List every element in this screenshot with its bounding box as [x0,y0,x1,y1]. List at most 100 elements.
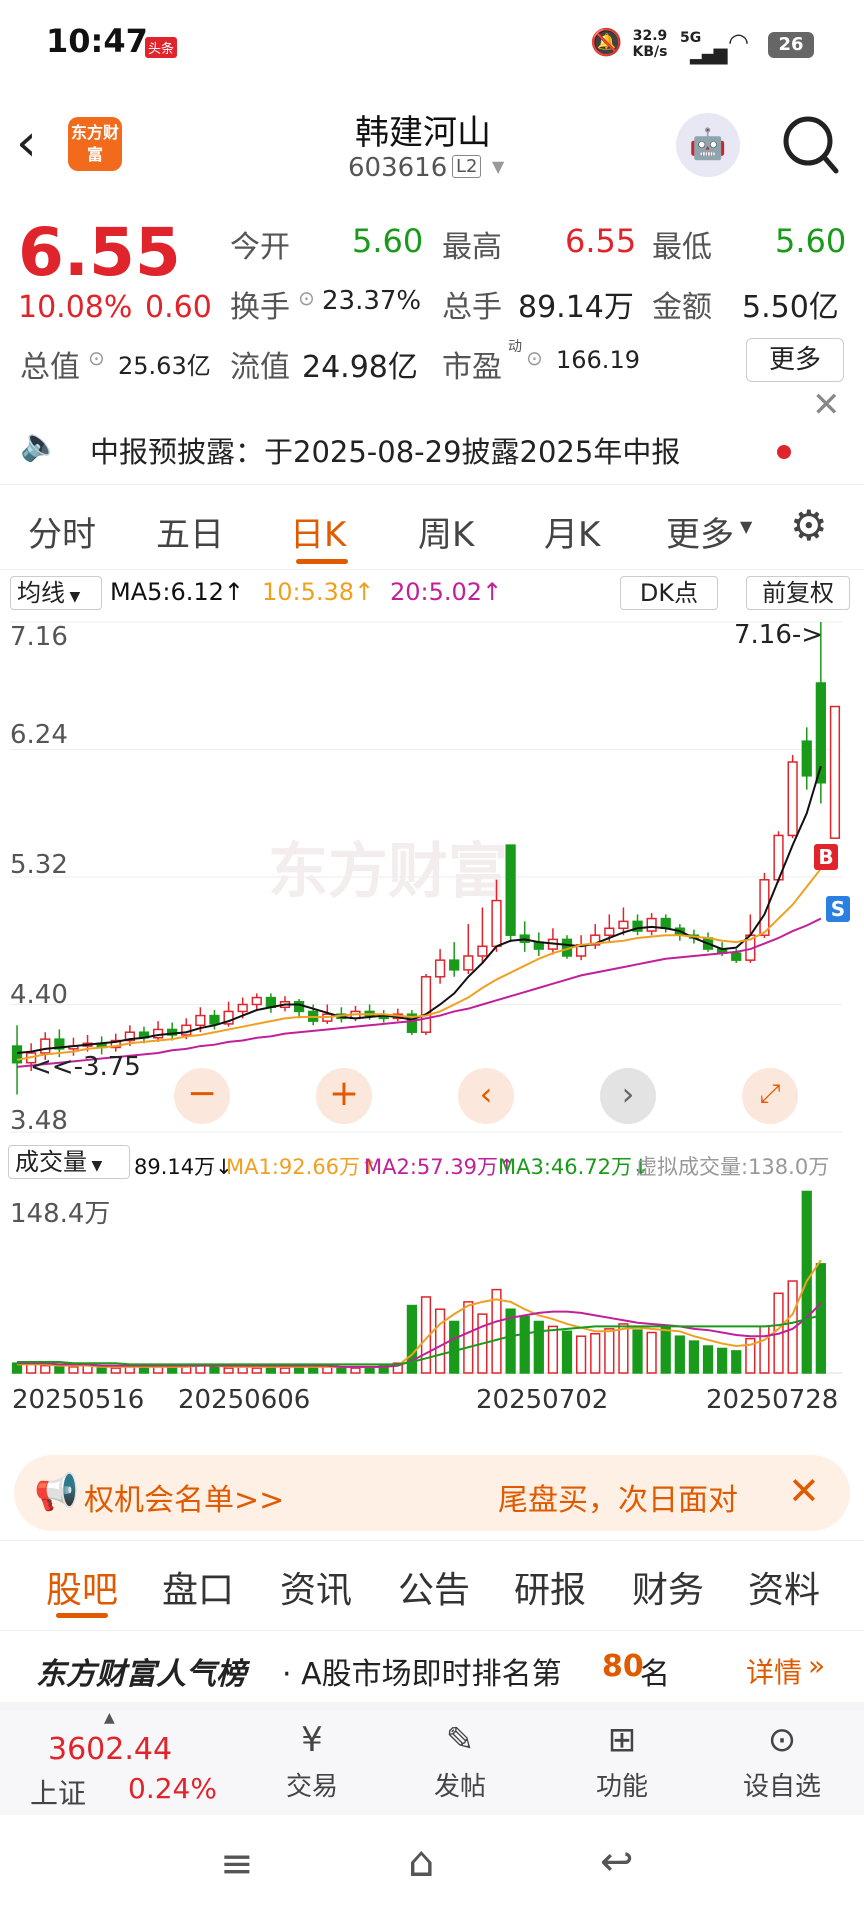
max-price-marker: 7.16-> [734,620,824,650]
double-chevron-icon[interactable]: » [808,1649,825,1682]
volume-value: 89.14万 [518,290,634,325]
candle [829,705,841,839]
candle [40,1038,51,1054]
ma-legend: 均线 ▼ MA5:6.12↑ 10:5.38↑ 20:5.02↑ DK点 前复权 [0,572,864,614]
index-value[interactable]: 3602.44 [48,1732,172,1767]
nav-trade[interactable]: ¥ 交易 [272,1720,352,1803]
close-icon[interactable]: ✕ [788,1469,820,1513]
nav-add-watchlist[interactable]: ⊙ 设自选 [732,1720,832,1803]
info-dots-icon[interactable]: ⊙ [88,346,105,370]
grid-icon: ⊞ [607,1720,637,1760]
popularity-rank[interactable]: 东方财富人气榜 · A股市场即时排名第 80 名 详情 » [0,1630,864,1710]
battery-icon: 26 [768,32,814,58]
more-button[interactable]: 更多 [746,338,844,382]
ma5-line [16,765,822,1055]
y-label: 5.32 [10,850,68,880]
mcap-value: 25.63亿 [118,352,211,380]
back-arrow-icon[interactable]: ‹ [16,113,37,173]
zoom-in-button[interactable]: + [316,1068,372,1124]
more-circle-icon: ⊙ [767,1720,797,1760]
index-name[interactable]: 上证 [30,1772,86,1812]
close-icon[interactable]: ✕ [812,385,841,425]
volume-bar [26,1363,37,1374]
volume-bar [646,1331,657,1374]
vol-value: 89.14万↓ [134,1155,233,1179]
tab-announcements[interactable]: 公告 [398,1561,470,1613]
candle [195,1014,206,1027]
tab-monthly-k[interactable]: 月K [544,507,600,556]
menu-icon[interactable]: ≡ [220,1841,254,1887]
volume-bar [731,1350,742,1374]
gear-icon[interactable]: ⚙ [790,501,828,550]
nav-post-label: 发帖 [433,1772,486,1802]
expand-icon[interactable]: ⤢ [742,1068,798,1124]
tab-profile[interactable]: 资料 [748,1561,820,1613]
tab-daily-k[interactable]: 日K [290,507,346,556]
volume-chart[interactable]: 148.4万 20250516 20250606 20250702 202507… [0,1183,864,1438]
date-label: 20250702 [476,1385,609,1415]
dk-point-button[interactable]: DK点 [620,576,718,610]
volume-bar [561,1330,573,1374]
sell-marker: S [826,896,850,922]
tab-five-day[interactable]: 五日 [156,507,224,556]
kline-chart[interactable]: 东方财富 7.16 6.24 5.32 4.40 3.48 7.16-> <<-… [0,612,864,1142]
robot-assistant-icon[interactable]: 🤖 [676,113,740,177]
dropdown-caret-icon[interactable]: ▼ [492,157,504,176]
ma-select[interactable]: 均线 ▼ [10,576,102,610]
volume-select[interactable]: 成交量 ▼ [8,1145,130,1179]
back-icon[interactable]: ↩ [600,1839,634,1885]
zoom-out-button[interactable]: − [174,1068,230,1124]
nav-post[interactable]: ✎ 发帖 [420,1720,500,1803]
scroll-left-button[interactable]: ‹ [458,1068,514,1124]
detail-link[interactable]: 详情 [746,1651,802,1691]
candle [463,955,474,971]
tab-more[interactable]: 更多 [666,507,734,556]
candle [477,945,488,957]
virtual-volume: 虚拟成交量:138.0万 [636,1155,830,1179]
caret-down-icon[interactable]: ▼ [740,517,752,536]
info-dots-icon[interactable]: ⊙ [298,286,315,310]
rank-brand: 东方财富人气榜 [36,1657,246,1692]
bottom-toolbar: ▲ 3602.44 上证 0.24% ¥ 交易 ✎ 发帖 ⊞ 功能 ⊙ 设自选 [0,1710,864,1815]
volume-bar [350,1367,361,1374]
amount-value: 5.50亿 [742,290,839,325]
candle [731,952,742,961]
volume-bar [702,1345,714,1374]
price-adjust-button[interactable]: 前复权 [746,576,850,610]
content-tabs: 股吧 盘口 资讯 公告 研报 财务 资料 [0,1540,864,1628]
info-dots-icon[interactable]: ⊙ [526,346,543,370]
tab-orderbook[interactable]: 盘口 [162,1561,234,1613]
volume-bar [547,1325,559,1374]
candle [505,844,516,936]
quote-panel: 6.55 10.08% 0.60 今开 5.60 最高 6.55 最低 5.60… [0,200,864,400]
search-icon[interactable] [780,113,840,177]
tab-news[interactable]: 资讯 [280,1561,352,1613]
nav-functions[interactable]: ⊞ 功能 [582,1720,662,1803]
high-value: 6.55 [565,222,637,260]
tab-finance[interactable]: 财务 [632,1561,704,1613]
scroll-right-button[interactable]: › [600,1068,656,1124]
promo-banner[interactable]: 📢 权机会名单>> 尾盘买，次日面对 ✕ [14,1455,850,1531]
volume-bar [533,1320,544,1374]
tab-intraday[interactable]: 分时 [28,507,96,556]
bell-muted-icon: 🔕 [590,28,623,58]
home-icon[interactable]: ⌂ [408,1837,435,1886]
nav-add-watchlist-label: 设自选 [742,1772,821,1802]
banner-right-text: 尾盘买，次日面对 [498,1483,738,1518]
volume-bar [604,1328,615,1374]
mcap-label: 总值 [20,350,80,385]
index-percent[interactable]: 0.24% [128,1772,217,1805]
tab-weekly-k[interactable]: 周K [418,507,474,556]
caret-up-icon: ▲ [104,1710,115,1726]
notice-bar[interactable]: 🔈 中报预披露：于2025-08-29披露2025年中报 ✕ [0,385,864,485]
tab-research[interactable]: 研报 [514,1561,586,1613]
megaphone-icon: 📢 [34,1472,79,1513]
brand-logo[interactable]: 东方财富 [68,117,122,171]
tab-guba[interactable]: 股吧 [46,1561,118,1613]
nav-functions-label: 功能 [595,1772,648,1802]
volume-legend: 成交量 ▼ 89.14万↓ MA1:92.66万↑ MA2:57.39万↑ MA… [0,1143,864,1183]
y-label: 6.24 [10,720,68,750]
level-badge[interactable]: L2 [452,155,482,178]
change-value: 0.60 [145,290,212,325]
candle [787,761,798,837]
